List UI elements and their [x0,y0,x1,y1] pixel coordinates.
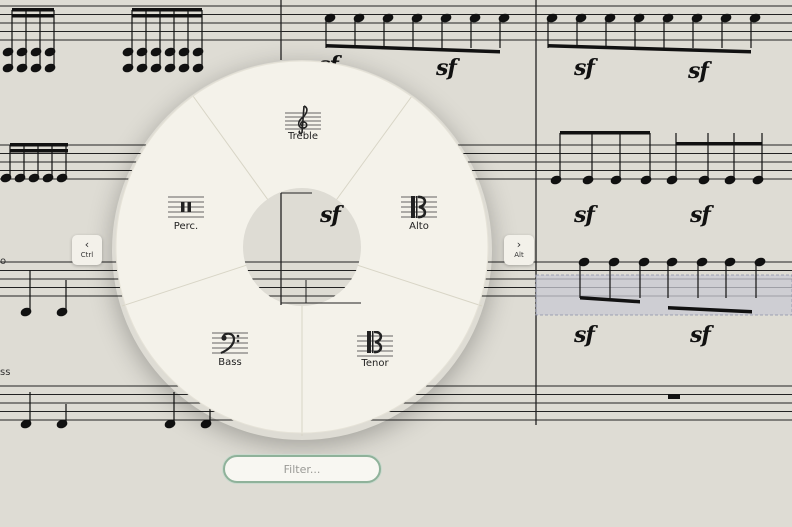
note-beam [10,149,68,153]
note-beam [10,143,68,147]
clef-option-label: Bass [218,357,242,368]
dynamic-marking: sf [690,202,711,228]
note-beam [676,142,762,146]
filter-input[interactable] [225,457,379,481]
dynamic-marking: sf [574,322,595,348]
staff-label-fragment: o [0,256,7,267]
dynamic-marking: sf [574,202,595,228]
note-beam [548,44,751,54]
clef-option-alto[interactable]: Alto [379,194,459,232]
clef-option-label: Tenor [361,358,389,369]
filter-field-container [223,455,381,483]
alto-clef-icon [401,194,437,220]
clef-option-tenor[interactable]: Tenor [335,330,415,369]
next-palette-button[interactable]: › Alt [504,235,534,265]
percussion-clef-icon [168,194,204,220]
tenor-clef-icon [357,330,393,357]
bass-clef-icon [212,330,248,356]
note-beam [12,14,54,18]
note-beam [132,14,202,18]
dynamic-marking: sf [574,55,595,81]
clef-option-percussion[interactable]: Perc. [146,194,226,232]
clef-option-label: Alto [409,221,429,232]
note-beam [560,131,650,135]
staff-label-fragment: ss [0,367,11,378]
clef-option-label: Perc. [173,221,199,232]
clef-option-treble[interactable]: Treble [263,104,343,142]
previous-palette-button[interactable]: ‹ Ctrl [72,235,102,265]
whole-rest [668,394,680,399]
chevron-right-icon: › [516,238,522,251]
dynamic-marking: sf [690,322,711,348]
clef-option-bass[interactable]: Bass [190,330,270,368]
dynamic-marking: sf [688,58,709,84]
chevron-left-icon: ‹ [84,238,90,251]
shortcut-key-label: Ctrl [80,251,94,259]
dynamic-marking: sf [320,202,341,228]
treble-clef-icon [285,104,321,135]
shortcut-key-label: Alt [514,251,524,259]
note-beam [12,8,54,12]
selection-highlight [535,274,792,316]
note-beam [132,8,202,12]
